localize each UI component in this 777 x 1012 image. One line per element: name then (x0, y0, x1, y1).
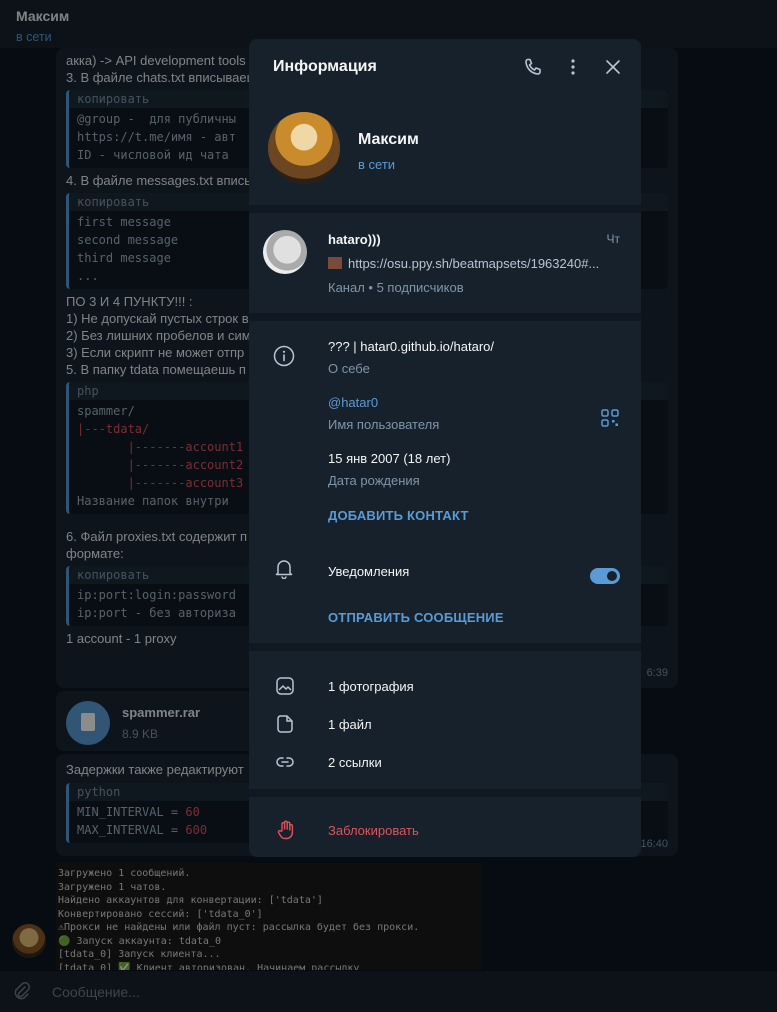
link-icon (275, 752, 295, 772)
files-row[interactable]: 1 файл (249, 705, 641, 743)
bio-label: О себе (328, 361, 370, 376)
shared-media-section: 1 фотография 1 файл 2 ссылки (249, 651, 641, 789)
photos-count: 1 фотография (328, 679, 414, 694)
profile-name: Максим (358, 131, 419, 148)
user-info-modal: Информация Максим в сети hataro))) Чт ht… (249, 39, 641, 857)
modal-header: Информация (249, 39, 641, 95)
bio-text[interactable]: ??? | hatar0.github.io/hataro/ (328, 339, 494, 354)
profile-section: Максим в сети (249, 95, 641, 205)
section-divider (249, 313, 641, 321)
channel-last-post: https://osu.ppy.sh/beatmapsets/1963240#.… (328, 256, 618, 271)
image-icon (275, 676, 295, 696)
modal-title: Информация (273, 58, 377, 75)
profile-avatar[interactable] (268, 112, 340, 184)
channel-avatar (263, 230, 307, 274)
notifications-label: Уведомления (328, 564, 410, 579)
phone-icon[interactable] (521, 55, 545, 79)
links-row[interactable]: 2 ссылки (249, 743, 641, 781)
file-icon (275, 714, 295, 734)
add-contact-button[interactable]: ДОБАВИТЬ КОНТАКТ (328, 508, 469, 523)
channel-post-link: https://osu.ppy.sh/beatmapsets/1963240#.… (348, 256, 600, 271)
info-section: ??? | hatar0.github.io/hataro/ О себе @h… (249, 321, 641, 643)
more-vertical-icon[interactable] (561, 55, 585, 79)
info-icon (273, 345, 295, 367)
section-divider (249, 643, 641, 651)
username-label: Имя пользователя (328, 417, 440, 432)
channel-name: hataro))) (328, 232, 381, 247)
close-icon[interactable] (601, 55, 625, 79)
channel-meta: Канал • 5 подписчиков (328, 280, 464, 295)
personal-channel[interactable]: hataro))) Чт https://osu.ppy.sh/beatmaps… (249, 213, 641, 313)
birthday-text: 15 янв 2007 (18 лет) (328, 451, 451, 466)
profile-status: в сети (358, 157, 396, 172)
username-link[interactable]: @hatar0 (328, 395, 378, 410)
post-thumbnail (328, 257, 342, 269)
files-count: 1 файл (328, 717, 372, 732)
channel-day: Чт (606, 232, 621, 246)
block-row[interactable]: Заблокировать (249, 797, 641, 857)
block-user-button[interactable]: Заблокировать (328, 823, 419, 838)
bell-icon (273, 557, 295, 580)
photos-row[interactable]: 1 фотография (249, 667, 641, 705)
links-count: 2 ссылки (328, 755, 382, 770)
qr-code-icon[interactable] (601, 409, 619, 427)
send-message-button[interactable]: ОТПРАВИТЬ СООБЩЕНИЕ (328, 610, 504, 625)
birthday-label: Дата рождения (328, 473, 420, 488)
section-divider (249, 789, 641, 797)
section-divider (249, 205, 641, 213)
notifications-toggle[interactable] (590, 568, 620, 584)
hand-stop-icon (275, 819, 297, 841)
